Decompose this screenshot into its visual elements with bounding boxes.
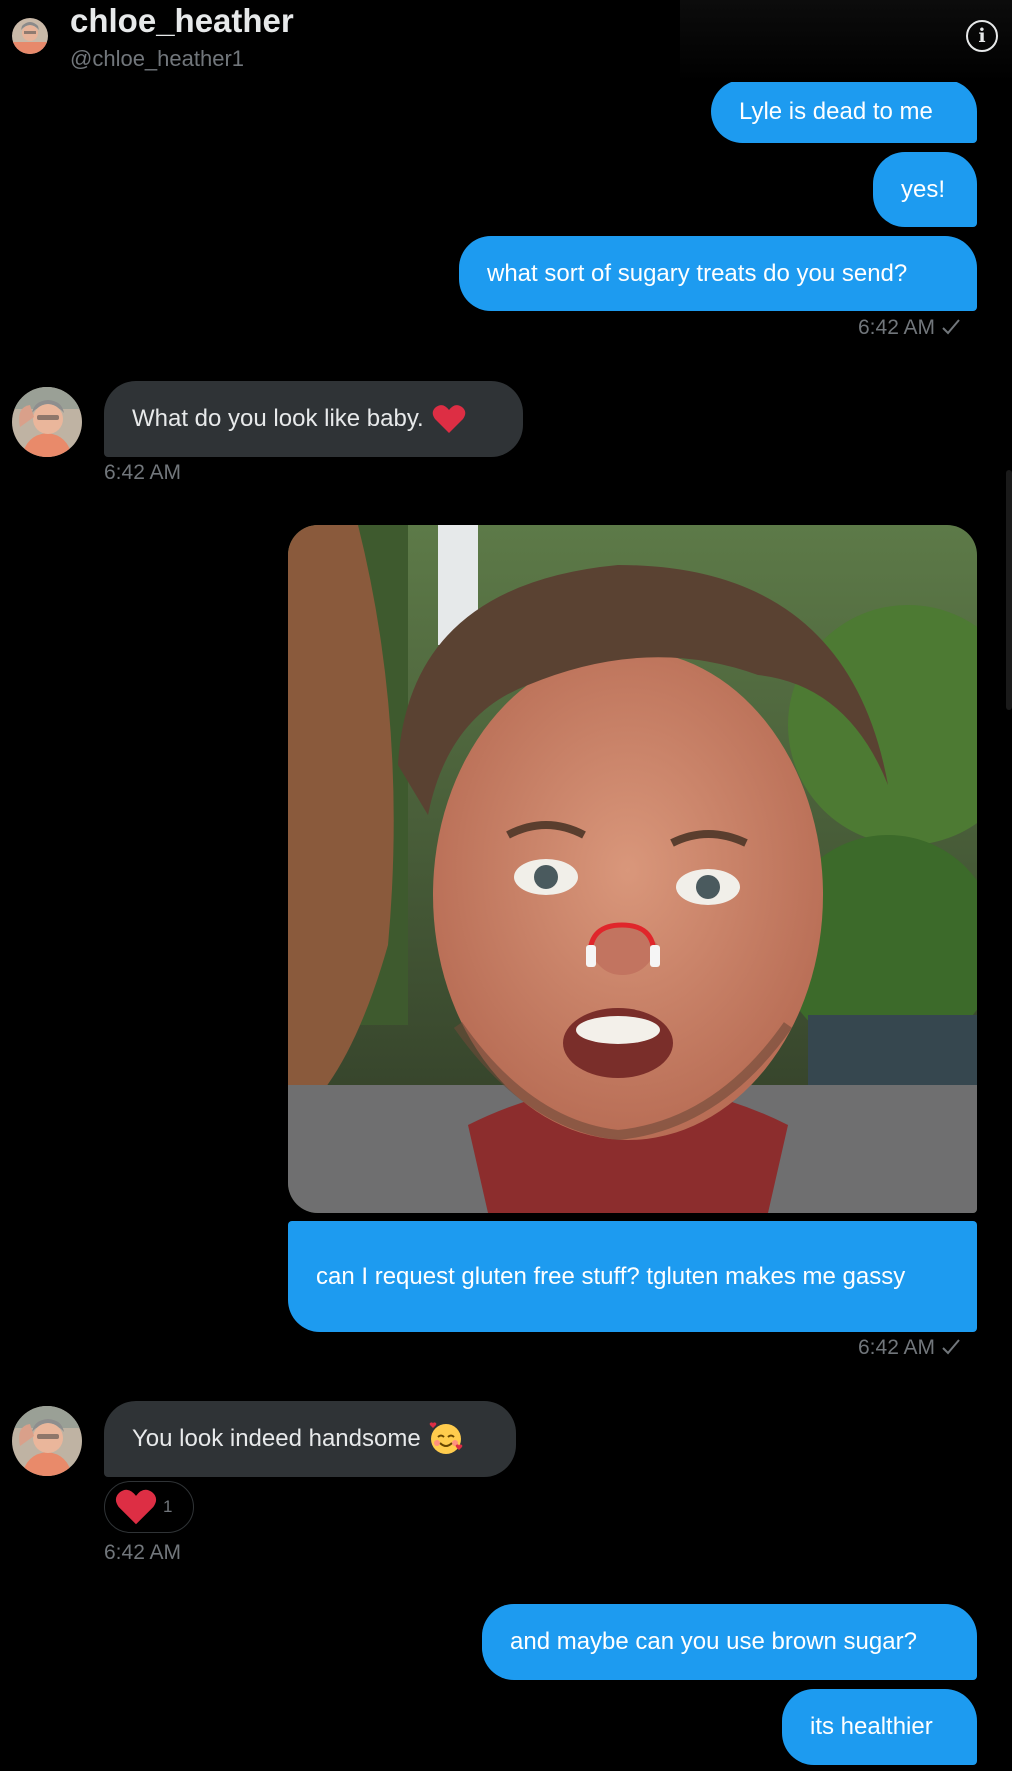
header-shadow: [680, 0, 1012, 82]
message-timestamp: 6:42 AM: [858, 1336, 961, 1360]
message-text: what sort of sugary treats do you send?: [487, 259, 908, 287]
red-heart-emoji: [115, 1489, 157, 1525]
message-bubble-received[interactable]: You look indeed handsome: [104, 1401, 516, 1477]
message-timestamp: 6:42 AM: [104, 1541, 182, 1564]
message-text: What do you look like baby.: [132, 405, 424, 432]
contact-display-name[interactable]: chloe_heather: [70, 2, 294, 40]
message-text: its healthier: [810, 1713, 933, 1740]
timestamp-text: 6:42 AM: [858, 1336, 936, 1359]
message-bubble-sent[interactable]: Lyle is dead to me: [711, 80, 977, 143]
sent-check-icon: [942, 319, 960, 335]
sent-check-icon: [942, 1339, 960, 1355]
message-bubble-received[interactable]: What do you look like baby.: [104, 381, 523, 457]
scrollbar-thumb[interactable]: [1006, 470, 1012, 710]
contact-handle: @chloe_heather1: [70, 46, 245, 71]
header-avatar[interactable]: [12, 18, 48, 54]
reaction-badge[interactable]: 1: [104, 1481, 194, 1533]
message-timestamp: 6:42 AM: [858, 316, 961, 340]
conversation-header: chloe_heather @chloe_heather1 i: [0, 0, 1012, 82]
message-bubble-sent[interactable]: and maybe can you use brown sugar?: [482, 1604, 977, 1680]
message-text: can I request gluten free stuff? tgluten…: [316, 1262, 906, 1290]
smiling-face-with-hearts-emoji: [429, 1422, 463, 1454]
message-text: You look indeed handsome: [132, 1425, 421, 1452]
info-icon[interactable]: i: [966, 20, 998, 52]
dm-conversation: chloe_heather @chloe_heather1 i Lyle is …: [0, 0, 1012, 1771]
message-text: Lyle is dead to me: [739, 97, 933, 125]
reaction-count: 1: [163, 1497, 173, 1516]
message-text: and maybe can you use brown sugar?: [510, 1628, 917, 1655]
message-bubble-sent[interactable]: what sort of sugary treats do you send?: [459, 236, 977, 311]
message-text: yes!: [901, 175, 946, 203]
scrollbar-track[interactable]: [1006, 80, 1012, 1771]
message-bubble-sent[interactable]: yes!: [873, 152, 977, 227]
red-heart-emoji: [432, 405, 465, 433]
contact-avatar[interactable]: [12, 1406, 82, 1476]
timestamp-text: 6:42 AM: [858, 316, 936, 339]
message-timestamp: 6:42 AM: [104, 461, 182, 484]
message-photo[interactable]: [288, 525, 977, 1213]
message-bubble-sent[interactable]: its healthier: [782, 1689, 977, 1765]
message-bubble-sent[interactable]: can I request gluten free stuff? tgluten…: [288, 1221, 977, 1332]
contact-avatar[interactable]: [12, 387, 82, 457]
